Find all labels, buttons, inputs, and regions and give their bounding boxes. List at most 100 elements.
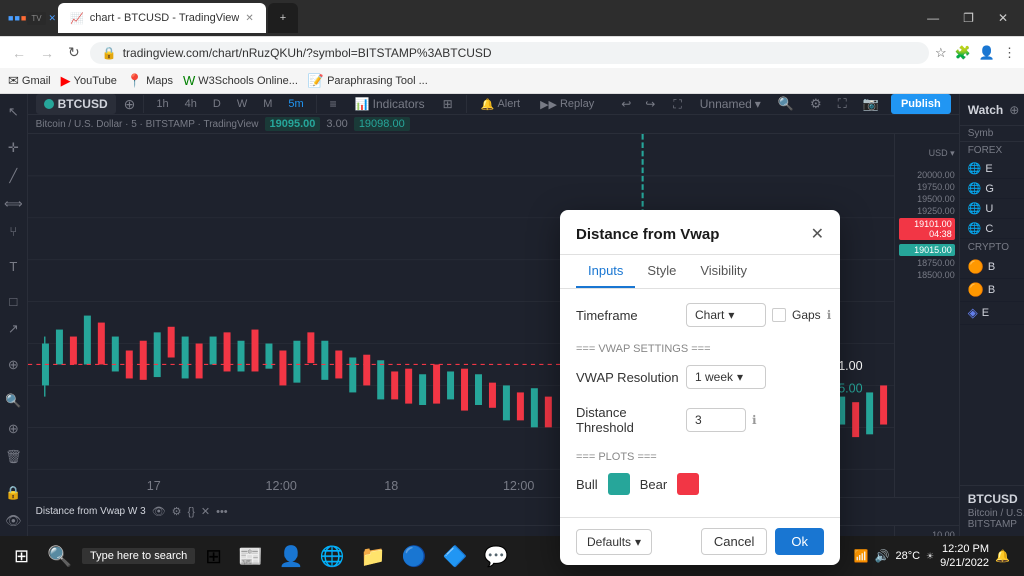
modal-tab-style[interactable]: Style (635, 255, 688, 288)
watchlist-item-cad[interactable]: 🌐 C 0.72↑ 0.00 0.08% (960, 219, 1024, 239)
active-tab[interactable]: 📈 chart - BTCUSD - TradingView ✕ (58, 3, 266, 33)
bookmark-maps[interactable]: 📍 Maps (127, 73, 173, 89)
tf-m[interactable]: M (259, 96, 276, 112)
fullscreen-btn[interactable]: ⛶ (668, 95, 686, 114)
modal-tab-visibility[interactable]: Visibility (688, 255, 759, 288)
layout-btn[interactable]: ⊞ (438, 95, 458, 113)
distance-threshold-input[interactable] (686, 408, 746, 432)
watchlist-item-gbp[interactable]: 🌐 G 1.13↑ -0.0 -0.43% (960, 179, 1024, 199)
indicator-remove-icon[interactable]: ✕ (201, 505, 210, 518)
minimize-btn[interactable]: — (919, 9, 947, 27)
task-view-icon[interactable]: ⊞ (199, 542, 228, 571)
arrow-tool[interactable]: ↗ (4, 317, 23, 341)
watchlist-item-btc2[interactable]: 🟠 B 1909 222.↑ 1.18% (960, 279, 1024, 302)
vwap-resolution-select[interactable]: 1 week ▾ (686, 365, 766, 389)
cancel-button[interactable]: Cancel (701, 528, 767, 555)
taskbar-app-2[interactable]: 🌐 (314, 542, 351, 571)
bookmark-gmail[interactable]: ✉ Gmail (8, 73, 51, 89)
channel-tool[interactable]: ⟺ (0, 192, 27, 216)
ok-button[interactable]: Ok (775, 528, 824, 555)
search-icon[interactable]: 🔍 (774, 94, 798, 114)
bull-color-swatch[interactable] (608, 473, 630, 495)
lock-tool[interactable]: 🔒 (1, 481, 25, 505)
measure-tool[interactable]: ⊕ (4, 353, 23, 377)
window-close-btn[interactable]: ✕ (990, 9, 1016, 27)
magnet-tool[interactable]: ⊕ (4, 417, 23, 441)
watchlist-item-usd[interactable]: 🌐 U 144.1 0.43 0.30% (960, 199, 1024, 219)
taskbar-app-vscode[interactable]: 🔷 (437, 542, 474, 571)
volume-icon[interactable]: 🔊 (875, 549, 890, 563)
shape-tool[interactable]: □ (5, 290, 21, 313)
bookmark-w3schools[interactable]: W W3Schools Online... (183, 73, 298, 88)
cursor-tool[interactable]: ↖ (4, 100, 23, 124)
system-clock[interactable]: 12:20 PM 9/21/2022 (940, 542, 989, 571)
crosshair-tool[interactable]: ✛ (4, 136, 23, 160)
tf-w[interactable]: W (233, 96, 251, 112)
indicator-visibility-icon[interactable]: 👁 (152, 505, 166, 518)
bear-color-swatch[interactable] (677, 473, 699, 495)
camera-icon[interactable]: 📷 (859, 94, 883, 114)
watchlist-item-eur[interactable]: 🌐 E 0.99↑ -0.0 -0.57% (960, 159, 1024, 179)
bookmark-youtube[interactable]: ▶ YouTube (61, 73, 117, 89)
search-taskbar-icon[interactable]: 🔍 (41, 542, 78, 571)
forex-section-label: FOREX (960, 142, 1024, 159)
refresh-btn[interactable]: ↻ (64, 42, 84, 63)
taskbar-search-box[interactable]: Type here to search (82, 548, 195, 564)
profile-icon[interactable]: 👤 (979, 45, 995, 61)
pitchfork-tool[interactable]: ⑂ (5, 220, 21, 243)
tf-1h[interactable]: 1h (152, 96, 172, 112)
threshold-info-icon[interactable]: ℹ (752, 413, 757, 427)
indicator-settings-icon[interactable]: ⚙ (172, 505, 182, 518)
fullscreen-mode-icon[interactable]: ⛶ (834, 94, 851, 114)
taskbar-app-1[interactable]: 👤 (273, 542, 310, 571)
taskbar-app-edge[interactable]: 🔵 (396, 542, 433, 571)
taskbar-app-teams[interactable]: 💬 (477, 542, 514, 571)
watch-add-icon[interactable]: ⊕ (1009, 103, 1019, 117)
watchlist-item-btc1[interactable]: 🟠 B 1910 223.↑ 1.18% (960, 256, 1024, 279)
tf-d[interactable]: D (209, 96, 225, 112)
defaults-button[interactable]: Defaults ▾ (576, 529, 652, 555)
gaps-checkbox[interactable] (772, 308, 786, 322)
text-tool[interactable]: T (5, 255, 21, 278)
back-btn[interactable]: ← (8, 43, 30, 63)
widgets-icon[interactable]: 📰 (232, 542, 269, 571)
modal-close-btn[interactable]: ✕ (811, 224, 824, 244)
gaps-info-icon[interactable]: ℹ (827, 308, 832, 322)
eye-tool[interactable]: 👁 (1, 509, 26, 533)
forward-btn[interactable]: → (36, 43, 58, 63)
add-symbol-btn[interactable]: ⊕ (124, 96, 136, 113)
tf-4h[interactable]: 4h (181, 96, 201, 112)
notification-icon[interactable]: 🔔 (995, 549, 1010, 563)
bookmark-paraphrasing[interactable]: 📝 Paraphrasing Tool ... (308, 73, 428, 89)
trash-tool[interactable]: 🗑 (1, 445, 26, 469)
maximize-btn[interactable]: ❐ (955, 9, 982, 27)
tf-5m[interactable]: 5m (284, 96, 307, 112)
indicator-code-icon[interactable]: {} (188, 506, 195, 518)
tab-close[interactable]: ✕ (245, 13, 253, 24)
taskbar-app-3[interactable]: 📁 (355, 542, 392, 571)
url-input[interactable]: 🔒 tradingview.com/chart/nRuzQKUh/?symbol… (90, 42, 929, 64)
replay-btn[interactable]: ▶▶ Replay (534, 96, 600, 113)
btcusd-card[interactable]: BTCUSD ••• Bitcoin / U.S. Dollar ↗ BITST… (960, 485, 1024, 536)
start-button[interactable]: ⊞ (6, 542, 37, 571)
publish-button[interactable]: Publish (891, 94, 951, 114)
indicator-more-icon[interactable]: ••• (216, 506, 228, 518)
wifi-icon[interactable]: 📶 (854, 549, 869, 563)
extension-icon[interactable]: 🧩 (955, 45, 971, 61)
new-tab-btn[interactable]: + (268, 3, 298, 33)
trend-tool[interactable]: ╱ (5, 164, 21, 188)
timeframe-select[interactable]: Chart ▾ (686, 303, 766, 327)
alert-btn[interactable]: 🔔 Alert (475, 96, 526, 113)
watchlist-item-eth[interactable]: ◈ E 1342 19.5 1.47% (960, 302, 1024, 325)
unnamed-layout[interactable]: Unnamed ▾ (695, 95, 766, 113)
undo-btn[interactable]: ↩ (616, 95, 636, 113)
browser-menu-icon[interactable]: ⋮ (1003, 45, 1016, 61)
redo-btn[interactable]: ↪ (640, 95, 660, 113)
settings-gear-icon[interactable]: ⚙ (806, 94, 826, 114)
modal-tab-inputs[interactable]: Inputs (576, 255, 635, 288)
indicators-btn[interactable]: 📊 Indicators (350, 95, 430, 113)
bookmark-star-icon[interactable]: ☆ (935, 45, 947, 61)
zoom-tool[interactable]: 🔍 (1, 389, 25, 413)
symbol-selector[interactable]: BTCUSD (36, 94, 116, 114)
chart-type-icon[interactable]: ≡ (325, 95, 342, 113)
